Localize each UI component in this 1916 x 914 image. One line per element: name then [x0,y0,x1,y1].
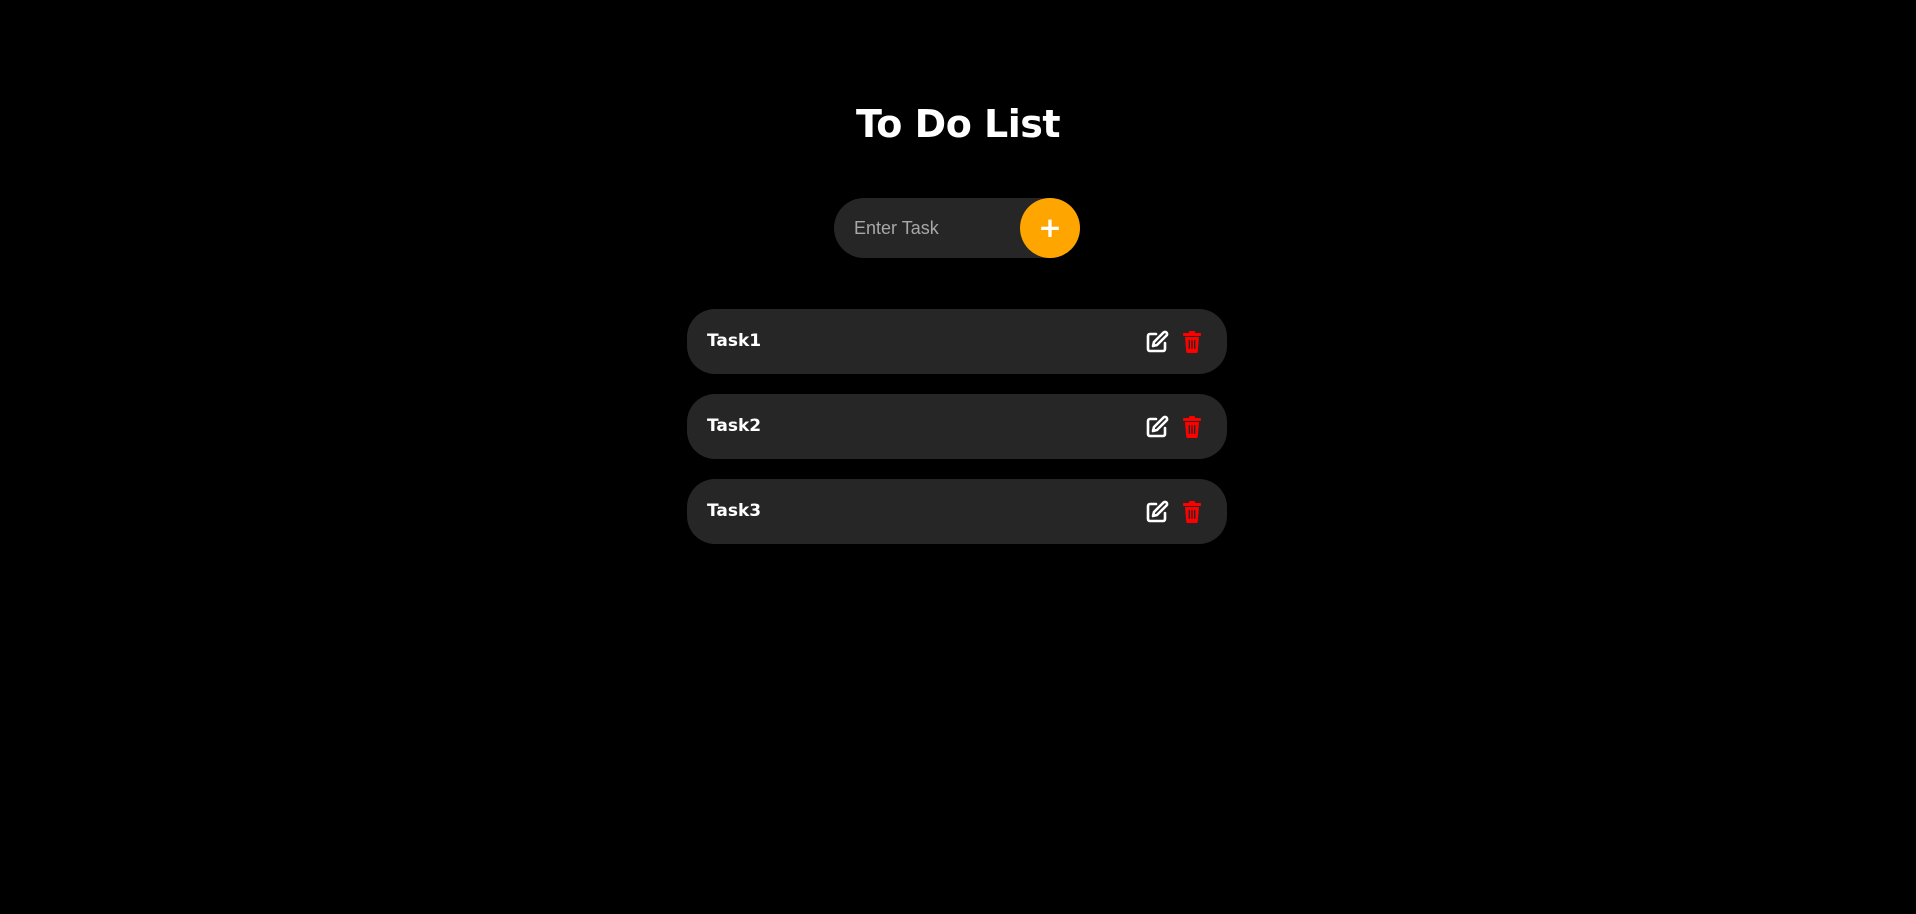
task-item: Task1 [687,309,1227,374]
task-label: Task3 [707,501,762,521]
task-label: Task1 [707,331,762,351]
edit-task-button[interactable] [1145,500,1169,524]
edit-icon [1146,415,1169,438]
task-input[interactable] [854,198,1024,258]
edit-task-button[interactable] [1145,415,1169,439]
edit-icon [1146,500,1169,523]
delete-task-button[interactable] [1180,330,1204,354]
page-title: To Do List [855,102,1061,146]
add-task-button[interactable]: + [1020,198,1080,258]
edit-icon [1146,330,1169,353]
trash-icon [1183,331,1201,353]
delete-task-button[interactable] [1180,415,1204,439]
todo-page: To Do List + Task1 [0,0,1916,914]
delete-task-button[interactable] [1180,500,1204,524]
add-task-bar: + [834,198,1080,258]
task-item: Task3 [687,479,1227,544]
plus-icon: + [1038,211,1062,244]
task-list: Task1 Task2 Task3 [687,309,1227,564]
task-label: Task2 [707,416,762,436]
edit-task-button[interactable] [1145,330,1169,354]
trash-icon [1183,416,1201,438]
task-item: Task2 [687,394,1227,459]
trash-icon [1183,501,1201,523]
